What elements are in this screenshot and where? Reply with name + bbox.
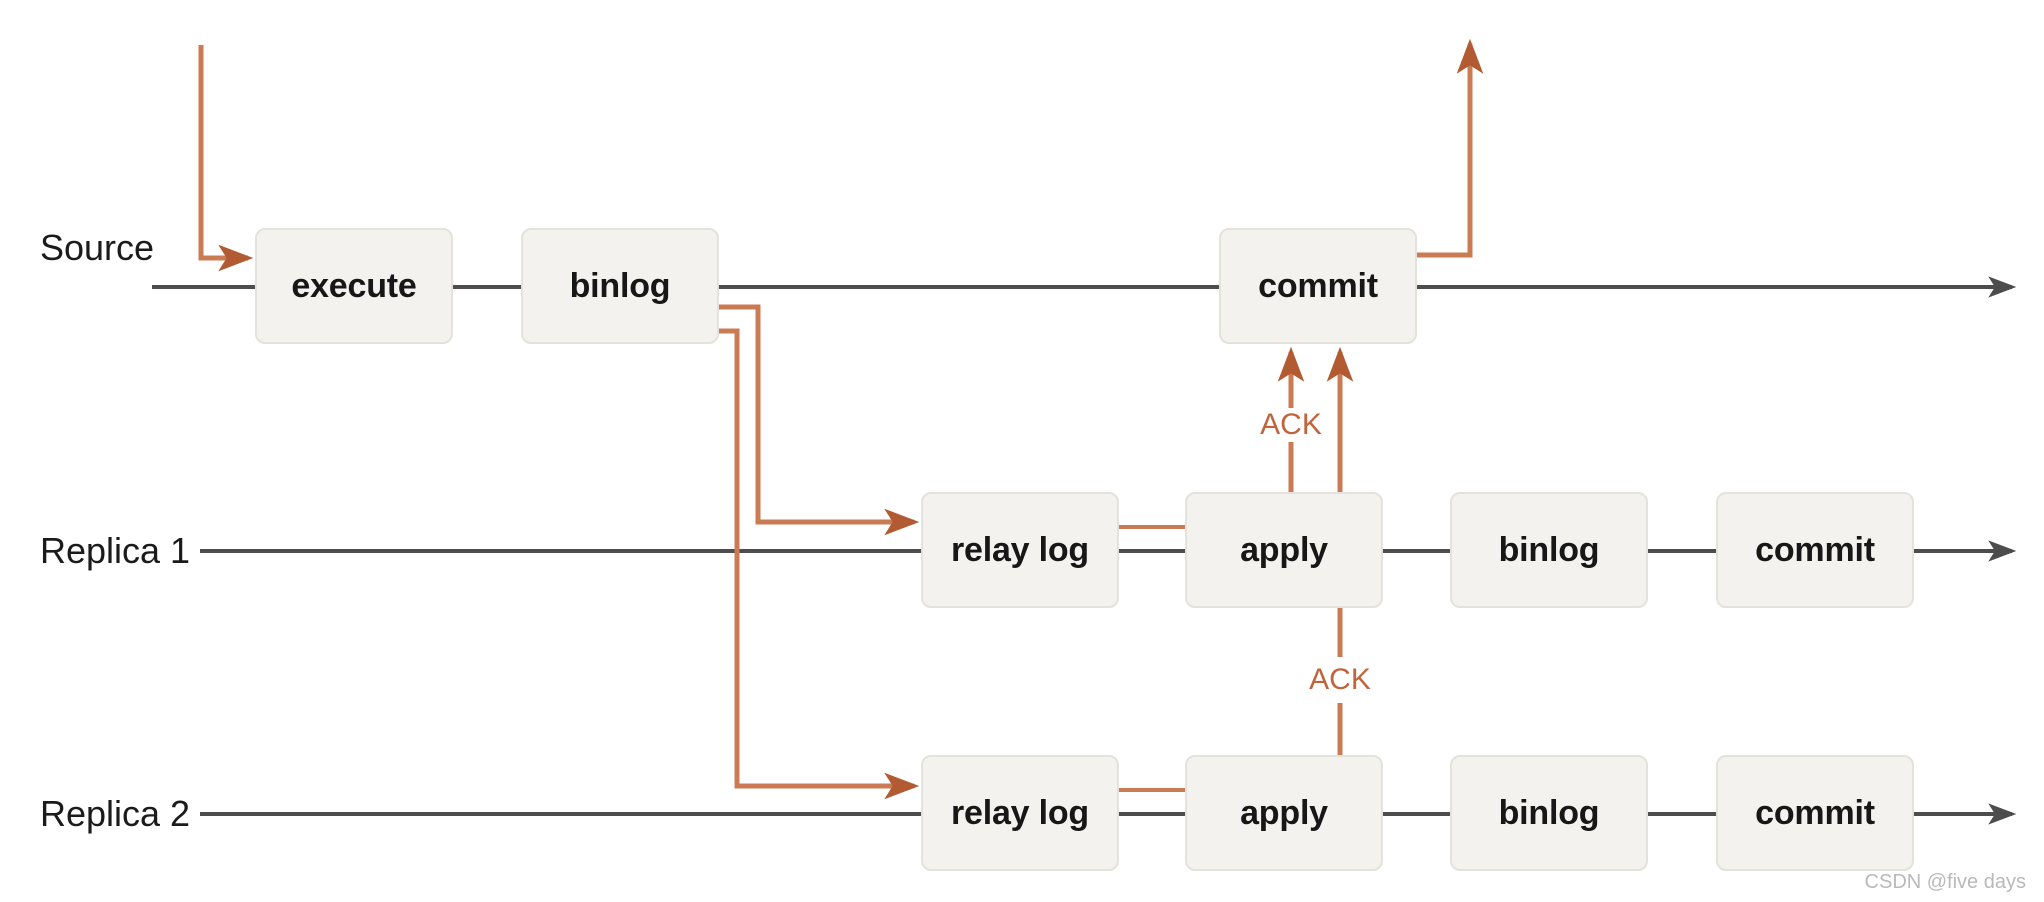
node-replica2-binlog[interactable]: binlog [1450, 755, 1648, 871]
node-label-source-execute: execute [291, 266, 417, 305]
node-replica2-commit[interactable]: commit [1716, 755, 1914, 871]
flow-source-commit-response-out [1417, 38, 1484, 258]
node-replica1-binlog[interactable]: binlog [1450, 492, 1648, 608]
lane-label-replica1: Replica 1 [40, 530, 191, 571]
ack-label-replica1: ACK [1254, 408, 1328, 442]
node-label-replica1-commit: commit [1755, 530, 1875, 569]
flow-binlog-to-replica1-relay [719, 304, 920, 536]
watermark: CSDN @five days [1864, 871, 2026, 893]
node-replica1-apply[interactable]: apply [1185, 492, 1383, 608]
node-replica1-commit[interactable]: commit [1716, 492, 1914, 608]
node-label-replica1-binlog: binlog [1498, 530, 1600, 569]
lane-label-replica2: Replica 2 [40, 793, 191, 834]
node-replica2-relay-log[interactable]: relay log [921, 755, 1119, 871]
node-label-replica2-apply: apply [1240, 793, 1328, 832]
node-label-replica1-relay-log: relay log [950, 530, 1090, 569]
node-source-commit[interactable]: commit [1219, 228, 1417, 344]
node-label-source-commit: commit [1258, 266, 1378, 305]
node-source-binlog[interactable]: binlog [521, 228, 719, 344]
node-label-source-binlog: binlog [569, 266, 671, 305]
node-replica1-relay-log[interactable]: relay log [921, 492, 1119, 608]
diagram-canvas: Source Replica 1 Replica 2 execute binlo… [0, 0, 2044, 902]
node-label-replica2-relay-log: relay log [950, 793, 1090, 832]
flow-binlog-to-replica2-relay [719, 328, 920, 800]
ack-label-replica2: ACK [1303, 663, 1377, 697]
node-replica2-apply[interactable]: apply [1185, 755, 1383, 871]
node-label-replica1-apply: apply [1240, 530, 1328, 569]
node-label-replica2-commit: commit [1755, 793, 1875, 832]
node-source-execute[interactable]: execute [255, 228, 453, 344]
lane-label-source: Source [40, 227, 155, 268]
flow-client-request-in [198, 45, 254, 272]
node-label-replica2-binlog: binlog [1498, 793, 1600, 832]
